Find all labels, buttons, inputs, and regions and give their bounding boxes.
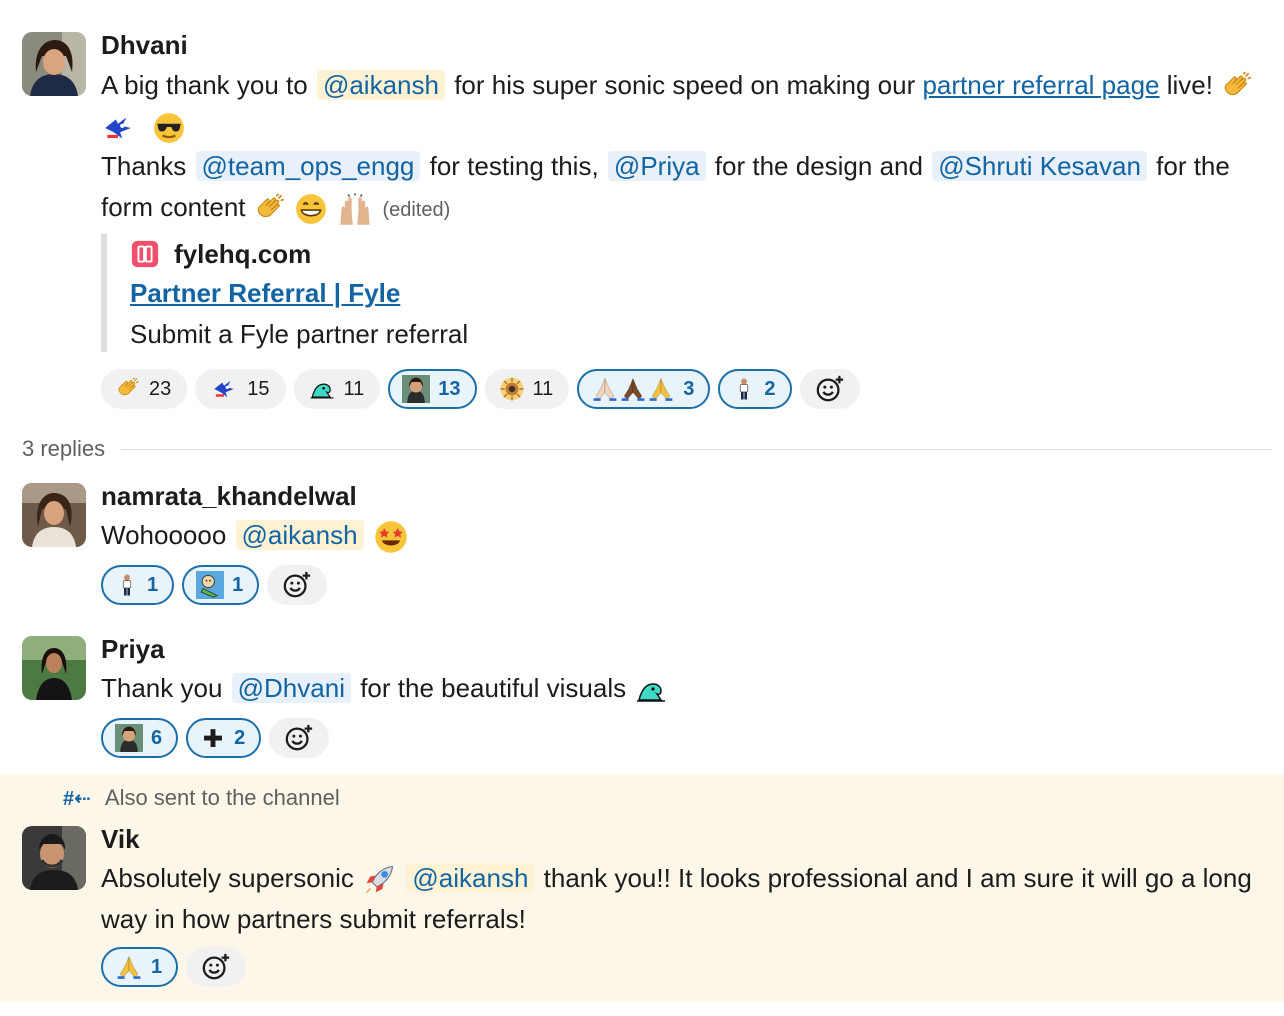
message-text: A big thank you to xyxy=(101,70,308,100)
preview-site-name: fylehq.com xyxy=(174,238,312,269)
reaction-parrot[interactable]: 11 xyxy=(293,369,381,409)
message-text: for his super sonic speed on making our xyxy=(454,70,916,100)
reaction-person-standing[interactable]: 1 xyxy=(101,565,175,605)
user-mention[interactable]: @Priya xyxy=(607,151,706,181)
sonic-icon xyxy=(101,111,135,145)
star-burst-icon xyxy=(499,376,525,402)
message-text: for testing this, xyxy=(429,151,599,181)
add-reaction-button[interactable] xyxy=(269,718,330,758)
parrot-icon xyxy=(308,376,336,402)
avatar-face-icon xyxy=(402,375,430,403)
user-mention[interactable]: @aikansh xyxy=(235,520,364,550)
add-reaction-icon xyxy=(201,952,231,982)
divider-line xyxy=(121,448,1272,450)
reaction-praying-hands[interactable]: 1 xyxy=(101,947,179,987)
reaction-bar: 1 1 xyxy=(101,565,328,605)
replies-divider: 3 replies xyxy=(22,436,1272,462)
also-sent-label: Also sent to the channel xyxy=(104,785,340,810)
raising-hands-icon xyxy=(335,191,375,227)
clapping-hands-icon xyxy=(253,192,287,226)
add-reaction-button[interactable] xyxy=(267,565,328,605)
message-body: Thank you @Dhvani for the beautiful visu… xyxy=(101,668,1274,709)
reaction-clapping-hands[interactable]: 23 xyxy=(101,369,188,409)
reaction-star-burst[interactable]: 11 xyxy=(484,369,570,409)
praying-hands-dark-icon xyxy=(619,375,647,403)
author-name[interactable]: Vik xyxy=(101,824,140,854)
message-text: Thank you xyxy=(101,673,223,703)
plus-sign-icon xyxy=(200,725,226,751)
message-text: for the beautiful visuals xyxy=(360,673,627,703)
clapping-hands-icon xyxy=(1220,70,1254,104)
clapping-hands-icon xyxy=(115,376,141,402)
reaction-bar: 6 2 xyxy=(101,718,330,758)
reaction-bar: 1 xyxy=(101,947,247,987)
preview-description: Submit a Fyle partner referral xyxy=(130,319,469,349)
avatar[interactable] xyxy=(22,483,86,547)
preview-title-link[interactable]: Partner Referral | Fyle xyxy=(130,278,400,309)
person-standing-icon xyxy=(732,375,756,403)
parrot-icon xyxy=(633,674,669,706)
avatar-face-icon xyxy=(115,724,143,752)
reaction-avatar-face[interactable]: 13 xyxy=(388,369,477,409)
user-mention[interactable]: @Shruti Kesavan xyxy=(932,151,1147,181)
praying-hands-light-icon xyxy=(591,375,619,403)
sonic-speed-icon xyxy=(209,376,239,402)
author-name[interactable]: Dhvani xyxy=(101,30,188,60)
sunglasses-icon xyxy=(152,111,186,145)
message-body: Absolutely supersonic @aikansh thank you… xyxy=(101,858,1274,940)
author-name[interactable]: Priya xyxy=(101,634,165,664)
reaction-cartoon-baby[interactable]: 1 xyxy=(182,565,260,605)
add-reaction-icon xyxy=(815,374,845,404)
link-preview: fylehq.com Partner Referral | Fyle Submi… xyxy=(101,234,707,352)
reaction-praying-hands-set[interactable]: 3 xyxy=(577,369,711,409)
message-emoji-row xyxy=(101,106,1274,147)
user-mention[interactable]: @Dhvani xyxy=(231,673,351,703)
avatar[interactable] xyxy=(22,636,86,700)
fyle-logo-icon xyxy=(130,239,160,269)
message-body: Wohooooo @aikansh xyxy=(101,515,1274,556)
avatar[interactable] xyxy=(22,32,86,96)
preview-site: fylehq.com xyxy=(130,238,311,270)
cartoon-baby-icon xyxy=(196,571,224,599)
message-text: Absolutely supersonic xyxy=(101,863,354,893)
also-sent-to-channel: #⇠ Also sent to the channel xyxy=(63,785,340,811)
message-text: Wohooooo xyxy=(101,520,227,550)
avatar[interactable] xyxy=(22,826,86,890)
reaction-avatar-face[interactable]: 6 xyxy=(101,718,179,758)
praying-hands-icon xyxy=(647,375,675,403)
reaction-bar: 23 15 11 13 11 3 2 xyxy=(101,369,860,409)
message-text: for the design and xyxy=(714,151,923,181)
hashtag-arrow-icon: #⇠ xyxy=(63,787,91,810)
edited-label: (edited) xyxy=(382,199,451,221)
user-mention[interactable]: @aikansh xyxy=(406,863,535,893)
praying-hands-icon xyxy=(115,953,143,981)
message-body-2: Thanks @team_ops_engg for testing this, … xyxy=(101,146,1274,231)
reaction-plus-sign[interactable]: 2 xyxy=(186,718,262,758)
user-mention[interactable]: @aikansh xyxy=(316,70,445,100)
partner-referral-link[interactable]: partner referral page xyxy=(922,70,1159,100)
person-standing-icon xyxy=(115,571,139,599)
grinning-face-icon xyxy=(294,192,328,226)
rocket-icon xyxy=(361,862,397,898)
author-name[interactable]: namrata_khandelwal xyxy=(101,481,357,511)
add-reaction-icon xyxy=(284,723,314,753)
add-reaction-icon xyxy=(282,570,312,600)
reaction-sonic-speed[interactable]: 15 xyxy=(195,369,286,409)
message-body: A big thank you to @aikansh for his supe… xyxy=(101,65,1274,106)
star-struck-icon xyxy=(373,519,409,555)
group-mention[interactable]: @team_ops_engg xyxy=(195,151,421,181)
message-text: live! xyxy=(1166,70,1213,100)
message-text: Thanks xyxy=(101,151,187,181)
replies-count: 3 replies xyxy=(22,436,106,461)
add-reaction-button[interactable] xyxy=(186,947,247,987)
reaction-person-standing[interactable]: 2 xyxy=(718,369,792,409)
add-reaction-button[interactable] xyxy=(799,369,860,409)
